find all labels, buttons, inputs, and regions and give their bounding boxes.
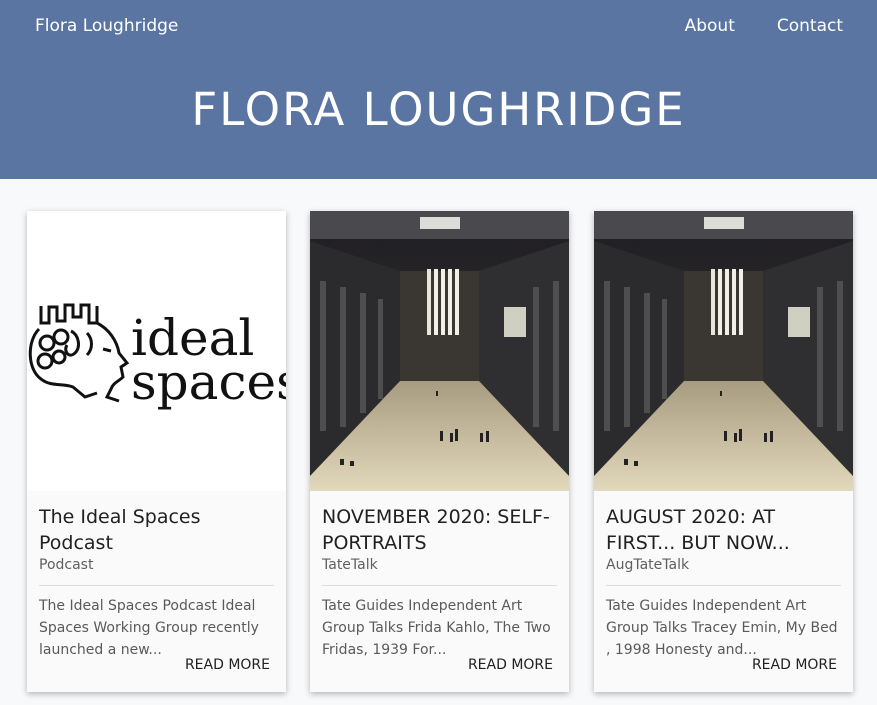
post-card-body: AUGUST 2020: AT FIRST... BUT NOW... AugT… [594, 491, 853, 692]
read-more-link[interactable]: READ MORE [752, 657, 837, 673]
post-card-body: The Ideal Spaces Podcast Podcast The Ide… [27, 491, 286, 692]
post-title[interactable]: AUGUST 2020: AT FIRST... BUT NOW... [606, 504, 846, 556]
post-thumbnail-turbine-hall[interactable] [310, 211, 569, 491]
post-title[interactable]: NOVEMBER 2020: SELF-PORTRAITS [322, 504, 562, 556]
nav-about-link[interactable]: About [685, 16, 735, 36]
post-excerpt: The Ideal Spaces Podcast Ideal Spaces Wo… [39, 598, 259, 658]
post-card[interactable]: NOVEMBER 2020: SELF-PORTRAITS TateTalk T… [310, 211, 569, 692]
card-divider [606, 585, 841, 586]
post-thumbnail-turbine-hall[interactable] [594, 211, 853, 491]
turbine-hall-photo [310, 211, 569, 491]
post-thumbnail-ideal-spaces[interactable]: ideal spaces [27, 211, 286, 491]
post-category[interactable]: Podcast [39, 557, 93, 573]
post-card[interactable]: AUGUST 2020: AT FIRST... BUT NOW... AugT… [594, 211, 853, 692]
brand-link[interactable]: Flora Loughridge [35, 16, 178, 36]
post-card-body: NOVEMBER 2020: SELF-PORTRAITS TateTalk T… [310, 491, 569, 692]
card-divider [322, 585, 557, 586]
post-card[interactable]: ideal spaces The Ideal Spaces Podcast Po… [27, 211, 286, 692]
post-excerpt: Tate Guides Independent Art Group Talks … [322, 598, 551, 658]
card-divider [39, 585, 274, 586]
turbine-hall-photo [594, 211, 853, 491]
post-excerpt: Tate Guides Independent Art Group Talks … [606, 598, 838, 658]
post-category[interactable]: TateTalk [322, 557, 378, 573]
read-more-link[interactable]: READ MORE [468, 657, 553, 673]
main-nav: About Contact [685, 16, 843, 36]
post-title[interactable]: The Ideal Spaces Podcast [39, 504, 279, 556]
site-header: Flora Loughridge About Contact FLORA LOU… [0, 0, 877, 179]
post-category[interactable]: AugTateTalk [606, 557, 689, 573]
hero-title: FLORA LOUGHRIDGE [191, 83, 686, 136]
nav-contact-link[interactable]: Contact [777, 16, 843, 36]
ideal-spaces-logo: ideal spaces [28, 303, 286, 411]
logo-text-spaces: spaces [131, 353, 286, 411]
read-more-link[interactable]: READ MORE [185, 657, 270, 673]
